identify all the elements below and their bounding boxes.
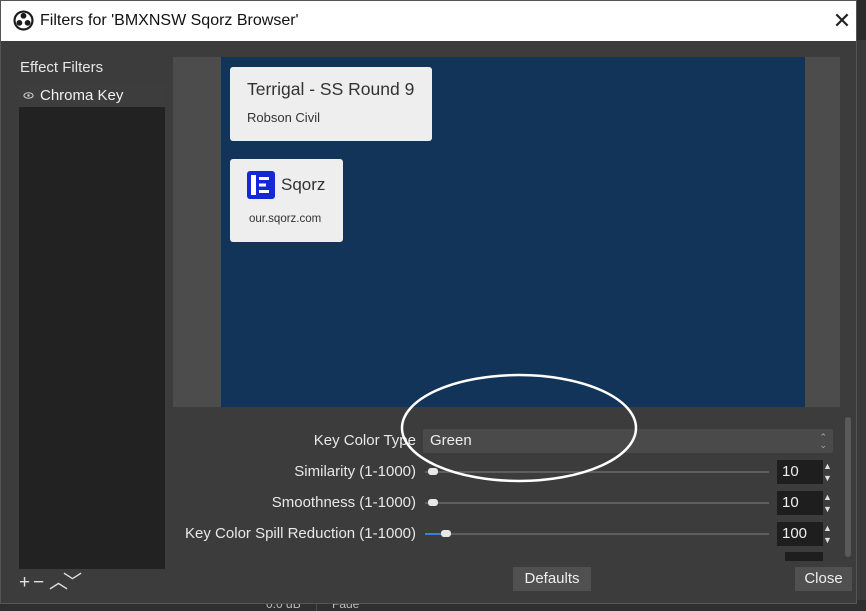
smoothness-spinbox[interactable]: 10: [777, 491, 823, 515]
similarity-row: Similarity (1-1000) 10 ▲ ▼: [173, 460, 840, 484]
spin-up-icon[interactable]: ▲: [823, 523, 832, 533]
remove-filter-button[interactable]: −: [33, 571, 44, 595]
preview-canvas: Terrigal - SS Round 9 Robson Civil Sqorz…: [221, 57, 805, 407]
move-down-button[interactable]: ﹀: [63, 571, 82, 595]
preview-area: Terrigal - SS Round 9 Robson Civil Sqorz…: [173, 57, 840, 407]
key-color-type-select[interactable]: Green ⌃ ⌄: [423, 429, 833, 453]
chevron-updown-icon: ⌃ ⌄: [819, 432, 827, 450]
smoothness-row: Smoothness (1-1000) 10 ▲ ▼: [173, 491, 840, 515]
filter-item-label: Chroma Key: [40, 87, 124, 104]
spin-arrows[interactable]: ▲ ▼: [823, 522, 835, 546]
smoothness-slider[interactable]: [425, 499, 769, 506]
spin-up-icon[interactable]: ▲: [823, 492, 832, 502]
event-card: Terrigal - SS Round 9 Robson Civil: [230, 67, 432, 141]
close-icon[interactable]: ✕: [827, 6, 857, 36]
spin-arrows[interactable]: ▲ ▼: [823, 460, 835, 484]
slider-handle[interactable]: [428, 468, 438, 475]
smoothness-label: Smoothness (1-1000): [271, 494, 416, 511]
spin-down-icon[interactable]: ▼: [823, 535, 832, 545]
event-subtitle: Robson Civil: [247, 110, 320, 125]
sqorz-logo-icon: [247, 171, 275, 199]
spill-reduction-slider[interactable]: [425, 530, 769, 537]
spin-down-icon[interactable]: ▼: [823, 473, 832, 483]
filter-properties: Key Color Type Green ⌃ ⌄ Similarity (1-10…: [173, 411, 840, 561]
sqorz-card: Sqorz our.sqorz.com: [230, 159, 343, 242]
key-color-type-label: Key Color Type: [313, 432, 416, 449]
obs-logo-icon: [13, 10, 34, 31]
window-title: Filters for 'BMXNSW Sqorz Browser': [40, 12, 299, 29]
event-title: Terrigal - SS Round 9: [247, 79, 415, 99]
background-panel-edge: [857, 40, 866, 600]
slider-handle[interactable]: [441, 530, 451, 537]
title-bar: Filters for 'BMXNSW Sqorz Browser' ✕: [1, 1, 856, 41]
filter-item-chroma-key[interactable]: Chroma Key: [19, 84, 165, 107]
key-color-type-row: Key Color Type Green ⌃ ⌄: [173, 429, 840, 453]
spin-up-icon[interactable]: ▲: [823, 461, 832, 471]
spin-arrows[interactable]: ▲ ▼: [823, 491, 835, 515]
similarity-value: 10: [782, 463, 799, 480]
smoothness-value: 10: [782, 494, 799, 511]
spill-reduction-label: Key Color Spill Reduction (1-1000): [185, 525, 416, 542]
eye-icon[interactable]: [23, 90, 34, 101]
add-filter-button[interactable]: +: [19, 571, 30, 595]
properties-scrollbar[interactable]: [845, 417, 851, 557]
filter-list[interactable]: Chroma Key: [19, 84, 165, 569]
slider-handle[interactable]: [428, 499, 438, 506]
key-color-type-value: Green: [430, 432, 472, 449]
sqorz-name: Sqorz: [281, 175, 326, 194]
similarity-slider[interactable]: [425, 468, 769, 475]
spill-reduction-row: Key Color Spill Reduction (1-1000) 100 ▲…: [173, 522, 840, 546]
similarity-spinbox[interactable]: 10: [777, 460, 823, 484]
effect-filters-heading: Effect Filters: [20, 59, 104, 76]
spin-down-icon[interactable]: ▼: [823, 504, 832, 514]
spill-reduction-spinbox[interactable]: 100: [777, 522, 823, 546]
defaults-button[interactable]: Defaults: [513, 567, 591, 591]
filters-dialog: Filters for 'BMXNSW Sqorz Browser' ✕ Eff…: [0, 0, 857, 604]
spill-reduction-value: 100: [782, 525, 808, 542]
similarity-label: Similarity (1-1000): [294, 463, 416, 480]
close-button[interactable]: Close: [795, 567, 852, 591]
sqorz-url: our.sqorz.com: [249, 213, 322, 225]
next-spinbox-partial: [785, 552, 823, 561]
